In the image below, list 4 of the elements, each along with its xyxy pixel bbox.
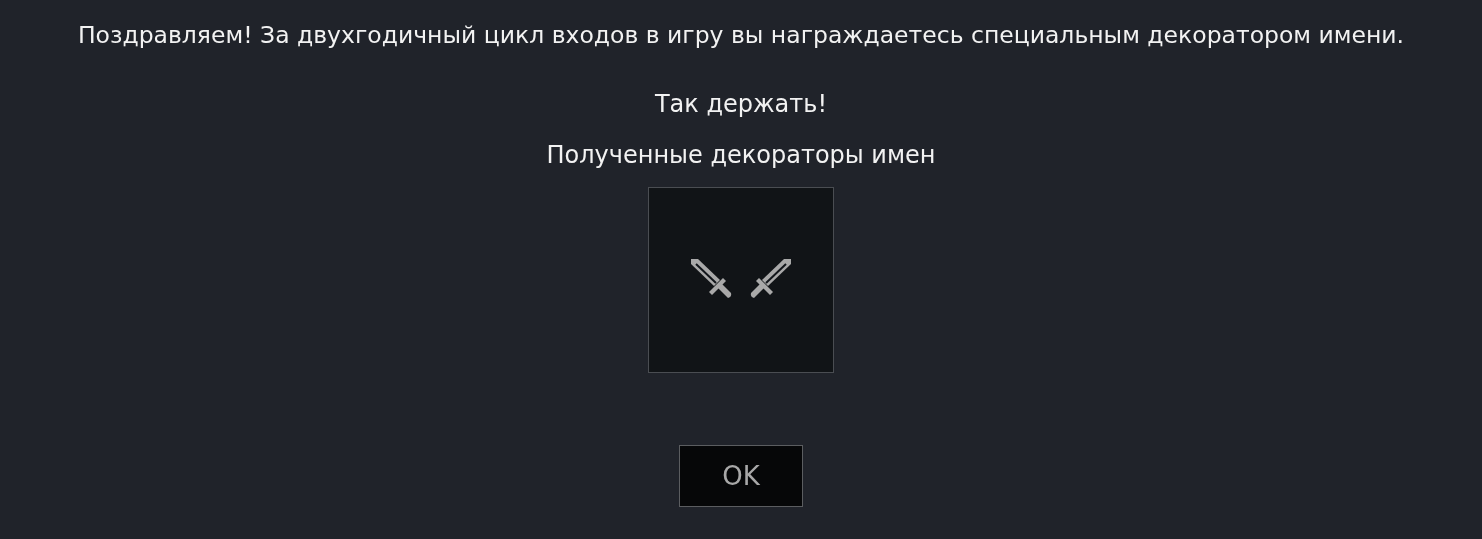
ok-button[interactable]: OK [679, 445, 803, 507]
section-heading: Полученные декораторы имен [546, 140, 936, 171]
encouragement-text: Так держать! [654, 89, 828, 120]
congratulation-message: Поздравляем! За двухгодичный цикл входов в игру вы награждаетесь специальным декоратором имени. [77, 20, 1405, 51]
